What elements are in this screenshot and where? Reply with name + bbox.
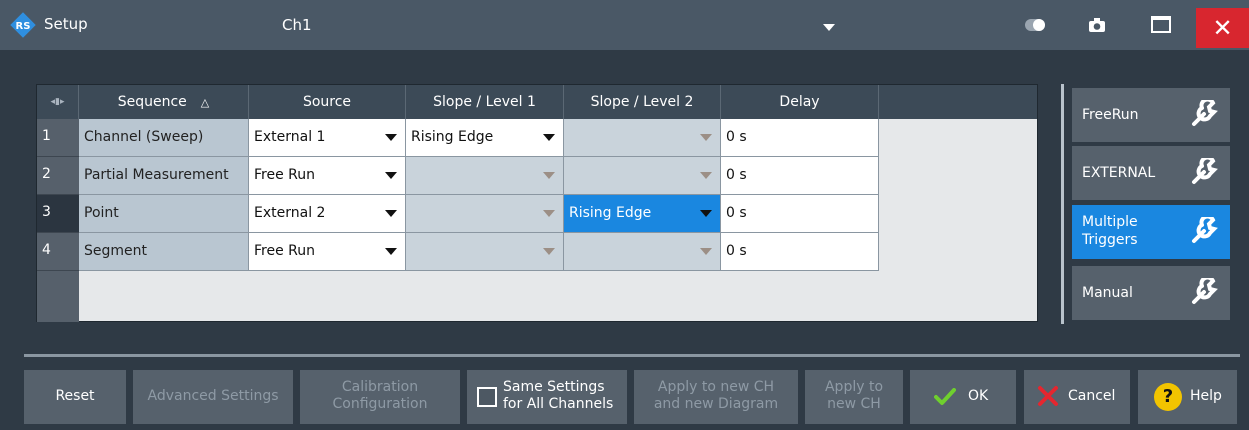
dropdown-arrow-icon [700, 134, 712, 141]
source-select[interactable]: Free Run [249, 157, 406, 195]
wrench-icon [1192, 278, 1218, 304]
header-slope-level-1[interactable]: Slope / Level 1 [406, 85, 564, 119]
delay-field[interactable]: 0 s [721, 119, 879, 157]
dropdown-arrow-icon [385, 248, 397, 255]
vertical-divider [1061, 84, 1064, 324]
dropdown-arrow-icon [385, 172, 397, 179]
advanced-settings-button: Advanced Settings [133, 370, 293, 424]
close-button[interactable]: ✕ [1196, 8, 1249, 48]
window-title: Setup [44, 15, 88, 33]
header-slope-level-2[interactable]: Slope / Level 2 [564, 85, 721, 119]
trigger-sequence-table: ◂▮▸ Sequence △ Source Slope / Level 1 Slo… [36, 84, 1038, 322]
row-number[interactable]: 3 [37, 195, 79, 233]
freerun-button[interactable]: FreeRun [1072, 88, 1230, 142]
sequence-cell: Segment [79, 233, 249, 271]
apply-to-new-ch-and-diagram-button: Apply to new CH and new Diagram [634, 370, 798, 424]
wrench-icon [1192, 217, 1218, 243]
dropdown-arrow-icon [543, 172, 555, 179]
wrench-icon [1192, 158, 1218, 184]
header-sequence[interactable]: Sequence △ [79, 85, 249, 119]
ok-button[interactable]: OK [910, 370, 1016, 424]
slope2-select[interactable]: Rising Edge [564, 195, 721, 233]
header-delay[interactable]: Delay [721, 85, 879, 119]
dropdown-arrow-icon [700, 172, 712, 179]
row-number[interactable]: 4 [37, 233, 79, 271]
title-bar: RS Setup Ch1 ✕ [0, 0, 1249, 50]
maximize-icon[interactable] [1151, 16, 1171, 33]
slope1-select [406, 195, 564, 233]
slope2-select [564, 233, 721, 271]
row-header-filler [37, 271, 79, 322]
slope1-select [406, 233, 564, 271]
dropdown-arrow-icon [385, 210, 397, 217]
dropdown-arrow-icon [700, 210, 712, 217]
same-settings-checkbox[interactable]: Same Settings for All Channels [467, 370, 627, 424]
dropdown-arrow-icon [543, 248, 555, 255]
source-select[interactable]: Free Run [249, 233, 406, 271]
checkmark-icon [934, 388, 956, 405]
horizontal-divider [24, 354, 1240, 357]
delay-field[interactable]: 0 s [721, 233, 879, 271]
setup-dialog: RS Setup Ch1 ✕ ◂▮▸ Sequence △ Source Slop… [0, 0, 1249, 430]
dropdown-arrow-icon [700, 248, 712, 255]
help-icon: ? [1154, 383, 1182, 411]
delay-field[interactable]: 0 s [721, 157, 879, 195]
channel-dropdown-icon[interactable] [823, 24, 835, 31]
cancel-button[interactable]: Cancel [1024, 370, 1130, 424]
sequence-cell: Channel (Sweep) [79, 119, 249, 157]
sequence-cell: Partial Measurement [79, 157, 249, 195]
svg-text:RS: RS [16, 21, 31, 32]
sort-ascending-icon: △ [200, 96, 210, 109]
multiple-triggers-button[interactable]: Multiple Triggers [1072, 205, 1230, 259]
slope2-select [564, 119, 721, 157]
dropdown-arrow-icon [543, 210, 555, 217]
header-empty [879, 85, 1037, 119]
calibration-configuration-button: Calibration Configuration [300, 370, 460, 424]
help-button[interactable]: ? Help [1138, 370, 1237, 424]
camera-icon[interactable] [1088, 17, 1106, 33]
source-select[interactable]: External 1 [249, 119, 406, 157]
apply-to-new-ch-button: Apply to new CH [805, 370, 903, 424]
checkbox-box[interactable] [477, 387, 497, 407]
row-number[interactable]: 1 [37, 119, 79, 157]
channel-selector[interactable]: Ch1 [282, 16, 312, 34]
external-button[interactable]: EXTERNAL [1072, 146, 1230, 200]
slope1-select [406, 157, 564, 195]
cancel-x-icon [1038, 386, 1058, 406]
source-select[interactable]: External 2 [249, 195, 406, 233]
column-resize-handle[interactable]: ◂▮▸ [37, 85, 79, 119]
sequence-cell: Point [79, 195, 249, 233]
row-number[interactable]: 2 [37, 157, 79, 195]
delay-field[interactable]: 0 s [721, 195, 879, 233]
wrench-icon [1192, 100, 1218, 126]
dropdown-arrow-icon [543, 134, 555, 141]
header-source[interactable]: Source [249, 85, 406, 119]
manual-button[interactable]: Manual [1072, 266, 1230, 320]
slope1-select[interactable]: Rising Edge [406, 119, 564, 157]
toggle-icon[interactable] [1024, 18, 1046, 32]
dropdown-arrow-icon [385, 134, 397, 141]
slope2-select [564, 157, 721, 195]
app-logo-icon: RS [10, 12, 36, 38]
reset-button[interactable]: Reset [24, 370, 126, 424]
